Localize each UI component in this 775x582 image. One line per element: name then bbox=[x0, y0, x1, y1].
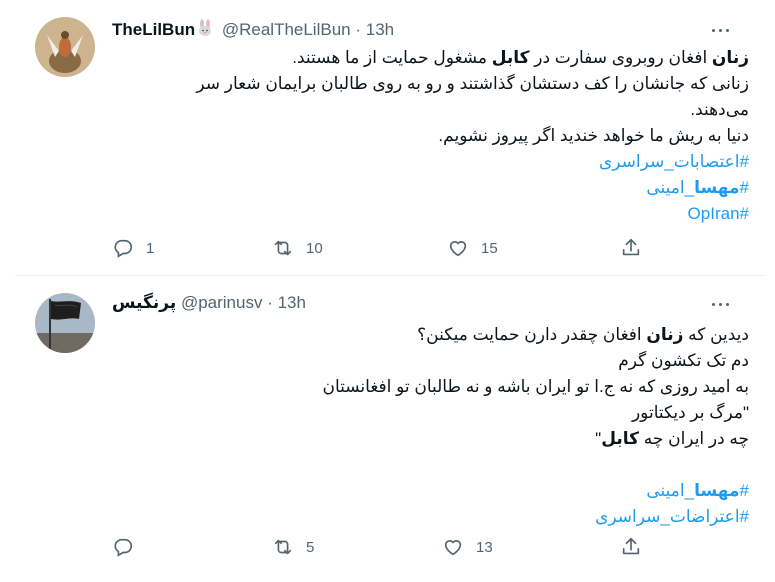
text-segment: دیدین که bbox=[683, 325, 749, 344]
rabbit-icon bbox=[196, 19, 214, 42]
reply-button[interactable] bbox=[112, 535, 146, 559]
tweet-text-line: #مهسا_امینی bbox=[112, 478, 749, 504]
text-segment: می‌دهند. bbox=[690, 100, 749, 119]
share-icon bbox=[622, 238, 640, 256]
text-segment: زنان bbox=[646, 325, 684, 344]
tweet-header: پرنگیس @parinusv · 13h bbox=[112, 293, 749, 315]
hashtag-link[interactable]: #اعتصابات_سراسری bbox=[599, 152, 749, 171]
tweet-text-line: دیدین که زنان افغان چقدر دارن حمایت میکن… bbox=[112, 322, 749, 348]
hashtag-link[interactable]: _امینی bbox=[646, 481, 694, 500]
like-count: 15 bbox=[481, 239, 498, 257]
separator-dot: · bbox=[267, 293, 273, 312]
text-segment: به امید روزی که نه ج.ا تو ایران باشه و ن… bbox=[322, 377, 749, 396]
separator-dot: · bbox=[355, 20, 362, 39]
text-segment: افغان چقدر دارن حمایت میکنن؟ bbox=[417, 325, 647, 344]
user-handle[interactable]: @parinusv bbox=[181, 293, 263, 312]
retweet-icon bbox=[274, 240, 292, 256]
text-segment: کابل bbox=[491, 48, 530, 67]
tweet-header: TheLilBun @RealTheLilBun · 13h bbox=[112, 19, 749, 41]
like-count: 13 bbox=[476, 538, 493, 556]
tweet-text-line: دم تک تکشون گرم bbox=[112, 348, 749, 374]
tweet-text-line: دنیا به ریش ما خواهد خندید اگر پیروز نشو… bbox=[112, 123, 749, 149]
reply-icon bbox=[114, 538, 133, 557]
more-icon[interactable] bbox=[709, 295, 733, 313]
hashtag-link[interactable]: مهسا bbox=[694, 481, 739, 500]
retweet-count: 10 bbox=[306, 239, 323, 257]
timestamp[interactable]: 13h bbox=[366, 20, 394, 39]
user-handle[interactable]: @RealTheLilBun bbox=[222, 20, 351, 39]
retweet-button[interactable]: 10 bbox=[272, 236, 323, 260]
display-name[interactable]: TheLilBun bbox=[112, 20, 195, 39]
share-icon bbox=[622, 537, 640, 555]
tweet[interactable]: پرنگیس @parinusv · 13h دیدین که زنان افغ… bbox=[15, 277, 765, 577]
reply-button[interactable]: 1 bbox=[112, 236, 154, 260]
text-segment: مشغول حمایت از ما هستند. bbox=[292, 48, 492, 67]
tweet-text-line: "مرگ بر دیکتاتور bbox=[112, 400, 749, 426]
tweet-actions: 1 10 15 bbox=[112, 236, 749, 260]
text-segment: زنان bbox=[711, 48, 749, 67]
like-button[interactable]: 15 bbox=[447, 236, 498, 260]
tweet-text-line: #اعتراضات_سراسری bbox=[112, 504, 749, 530]
retweet-count: 5 bbox=[306, 538, 315, 556]
hashtag-link[interactable]: مهسا bbox=[694, 178, 739, 197]
tweet-text-line: زنانی که جانشان را کف دستشان گذاشتند و ر… bbox=[112, 71, 749, 97]
more-icon[interactable] bbox=[709, 21, 733, 39]
text-segment: "مرگ بر دیکتاتور bbox=[631, 403, 749, 422]
text-segment: کابل bbox=[601, 429, 640, 448]
like-icon bbox=[449, 241, 467, 257]
hashtag-link[interactable]: # bbox=[740, 481, 749, 500]
text-segment: زنانی که جانشان را کف دستشان گذاشتند و ر… bbox=[196, 74, 749, 93]
tweet-text: دیدین که زنان افغان چقدر دارن حمایت میکن… bbox=[112, 322, 749, 530]
tweet-text: زنان افغان روبروی سفارت در کابل مشغول حم… bbox=[112, 45, 749, 227]
tweet-text-line: به امید روزی که نه ج.ا تو ایران باشه و ن… bbox=[112, 374, 749, 400]
hashtag-link[interactable]: #اعتراضات_سراسری bbox=[595, 507, 749, 526]
share-button[interactable] bbox=[620, 236, 642, 260]
tweet-text-line: #اعتصابات_سراسری bbox=[112, 149, 749, 175]
share-button[interactable] bbox=[620, 535, 642, 559]
text-segment: دنیا به ریش ما خواهد خندید اگر پیروز نشو… bbox=[438, 126, 749, 145]
tweet-text-line: #OpIran bbox=[112, 201, 749, 227]
avatar[interactable] bbox=[35, 17, 95, 77]
tweet[interactable]: TheLilBun @RealTheLilBun · 13h زنان افغا… bbox=[15, 0, 765, 276]
text-segment: چه در ایران چه bbox=[639, 429, 749, 448]
hashtag-link[interactable]: #OpIran bbox=[688, 204, 749, 223]
text-segment: افغان روبروی سفارت در bbox=[529, 48, 712, 67]
tweet-text-line: زنان افغان روبروی سفارت در کابل مشغول حم… bbox=[112, 45, 749, 71]
retweet-button[interactable]: 5 bbox=[272, 535, 314, 559]
retweet-icon bbox=[274, 539, 292, 555]
reply-icon bbox=[114, 239, 133, 258]
tweet-text-line: چه در ایران چه کابل" bbox=[112, 426, 749, 452]
avatar[interactable] bbox=[35, 293, 95, 353]
timestamp[interactable]: 13h bbox=[278, 293, 306, 312]
display-name[interactable]: پرنگیس bbox=[112, 293, 176, 312]
text-segment: دم تک تکشون گرم bbox=[618, 351, 749, 370]
like-button[interactable]: 13 bbox=[442, 535, 493, 559]
hashtag-link[interactable]: # bbox=[740, 178, 749, 197]
tweet-actions: 5 13 bbox=[112, 535, 749, 559]
reply-count: 1 bbox=[146, 239, 155, 257]
hashtag-link[interactable]: _امینی bbox=[646, 178, 694, 197]
tweet-text-line: می‌دهند. bbox=[112, 97, 749, 123]
tweet-text-line: #مهسا_امینی bbox=[112, 175, 749, 201]
like-icon bbox=[444, 540, 462, 556]
